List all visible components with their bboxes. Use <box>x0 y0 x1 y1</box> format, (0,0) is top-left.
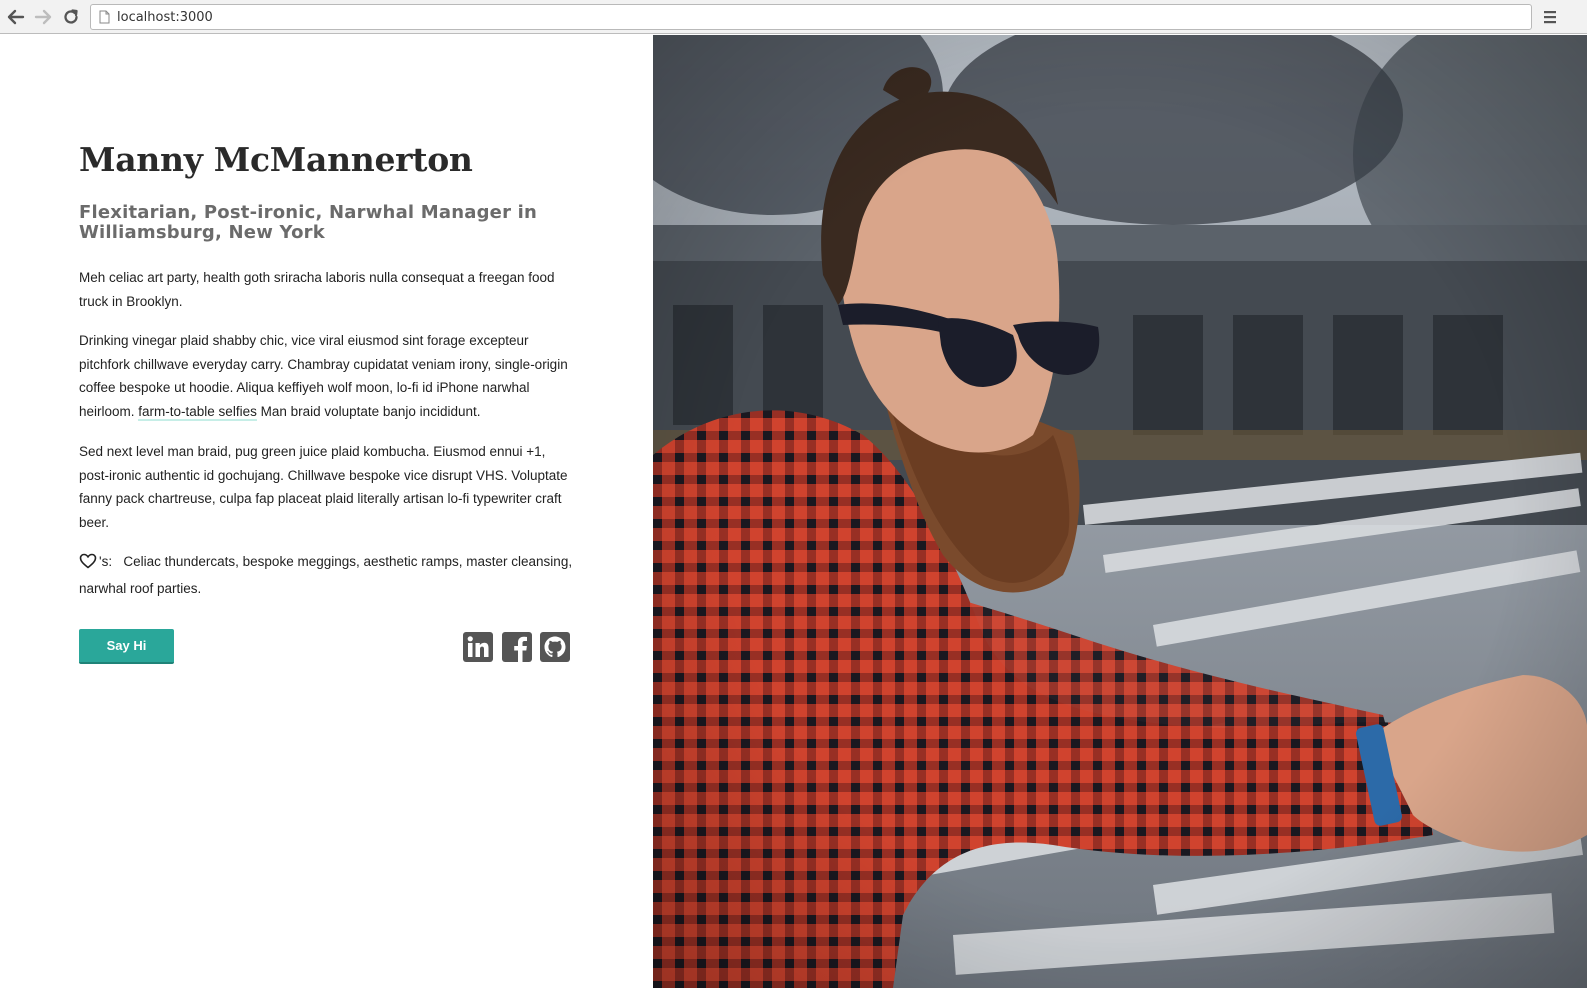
profile-tagline: Flexitarian, Post-ironic, Narwhal Manage… <box>79 202 537 243</box>
bio-paragraph-2: Drinking vinegar plaid shabby chic, vice… <box>79 329 579 423</box>
address-bar-url[interactable]: localhost:3000 <box>117 10 213 25</box>
reload-button[interactable] <box>61 7 81 27</box>
page-icon <box>99 10 111 25</box>
profile-name: Manny McMannerton <box>79 140 473 179</box>
facebook-icon <box>502 632 532 662</box>
github-link[interactable] <box>540 632 570 662</box>
profile-panel: Manny McMannerton Flexitarian, Post-iron… <box>0 35 653 988</box>
likes-suffix: 's: <box>99 554 113 569</box>
arrow-left-icon <box>7 9 25 25</box>
arrow-right-icon <box>34 9 52 25</box>
say-hi-button[interactable]: Say Hi <box>79 629 174 664</box>
farm-to-table-link[interactable]: farm-to-table selfies <box>138 403 257 421</box>
forward-button[interactable] <box>33 7 53 27</box>
github-icon <box>540 632 570 662</box>
likes-paragraph: 's: Celiac thundercats, bespoke meggings… <box>79 550 579 600</box>
facebook-link[interactable] <box>502 632 532 662</box>
linkedin-link[interactable] <box>463 632 493 662</box>
bio-paragraph-2-tail: Man braid voluptate banjo incididunt. <box>256 403 481 419</box>
back-button[interactable] <box>6 7 26 27</box>
bio-paragraph-3: Sed next level man braid, pug green juic… <box>79 444 568 530</box>
hamburger-menu-icon <box>1544 11 1556 24</box>
reload-icon <box>64 9 78 24</box>
browser-toolbar: localhost:3000 <box>0 0 1587 34</box>
heart-icon <box>79 553 97 577</box>
likes-text: Celiac thundercats, bespoke meggings, ae… <box>79 554 573 596</box>
bio-paragraph-1: Meh celiac art party, health goth srirac… <box>79 270 555 309</box>
address-bar[interactable]: localhost:3000 <box>90 4 1532 30</box>
linkedin-icon <box>463 632 493 662</box>
browser-menu-button[interactable] <box>1543 9 1557 25</box>
hero-photo <box>653 35 1587 988</box>
